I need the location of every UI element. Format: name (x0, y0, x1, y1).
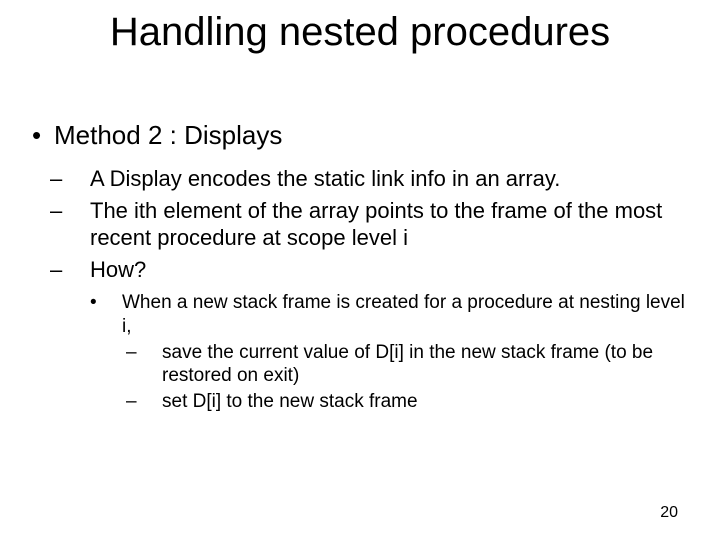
sub-bullet: –How? (70, 256, 688, 284)
sub-c: How? (90, 257, 146, 282)
dash-icon: – (70, 165, 90, 193)
dash-icon: – (144, 341, 162, 365)
dash-icon: – (144, 390, 162, 414)
how-save: save the current value of D[i] in the ne… (162, 342, 653, 387)
sub-sub-sub-bullet: –save the current value of D[i] in the n… (144, 341, 688, 389)
bullet-dot-icon: • (32, 120, 54, 151)
sub-bullet: –A Display encodes the static link info … (70, 165, 688, 193)
sub-a: A Display encodes the static link info i… (90, 166, 560, 191)
how-intro: When a new stack frame is created for a … (122, 292, 685, 337)
sub-sub-bullet: •When a new stack frame is created for a… (106, 291, 688, 339)
how-set: set D[i] to the new stack frame (162, 391, 418, 412)
slide-title: Handling nested procedures (0, 10, 720, 55)
sub-b: The ith element of the array points to t… (90, 198, 662, 251)
dash-icon: – (70, 256, 90, 284)
sub-sub-sub-bullet: –set D[i] to the new stack frame (144, 390, 688, 414)
sub-bullet: –The ith element of the array points to … (70, 197, 688, 252)
page-number: 20 (660, 504, 678, 522)
method-label: Method 2 : Displays (54, 120, 282, 150)
bullet-method: •Method 2 : Displays (32, 120, 688, 151)
slide-body: •Method 2 : Displays –A Display encodes … (32, 120, 688, 416)
bullet-dot-icon: • (106, 291, 122, 315)
dash-icon: – (70, 197, 90, 225)
slide: Handling nested procedures •Method 2 : D… (0, 0, 720, 540)
